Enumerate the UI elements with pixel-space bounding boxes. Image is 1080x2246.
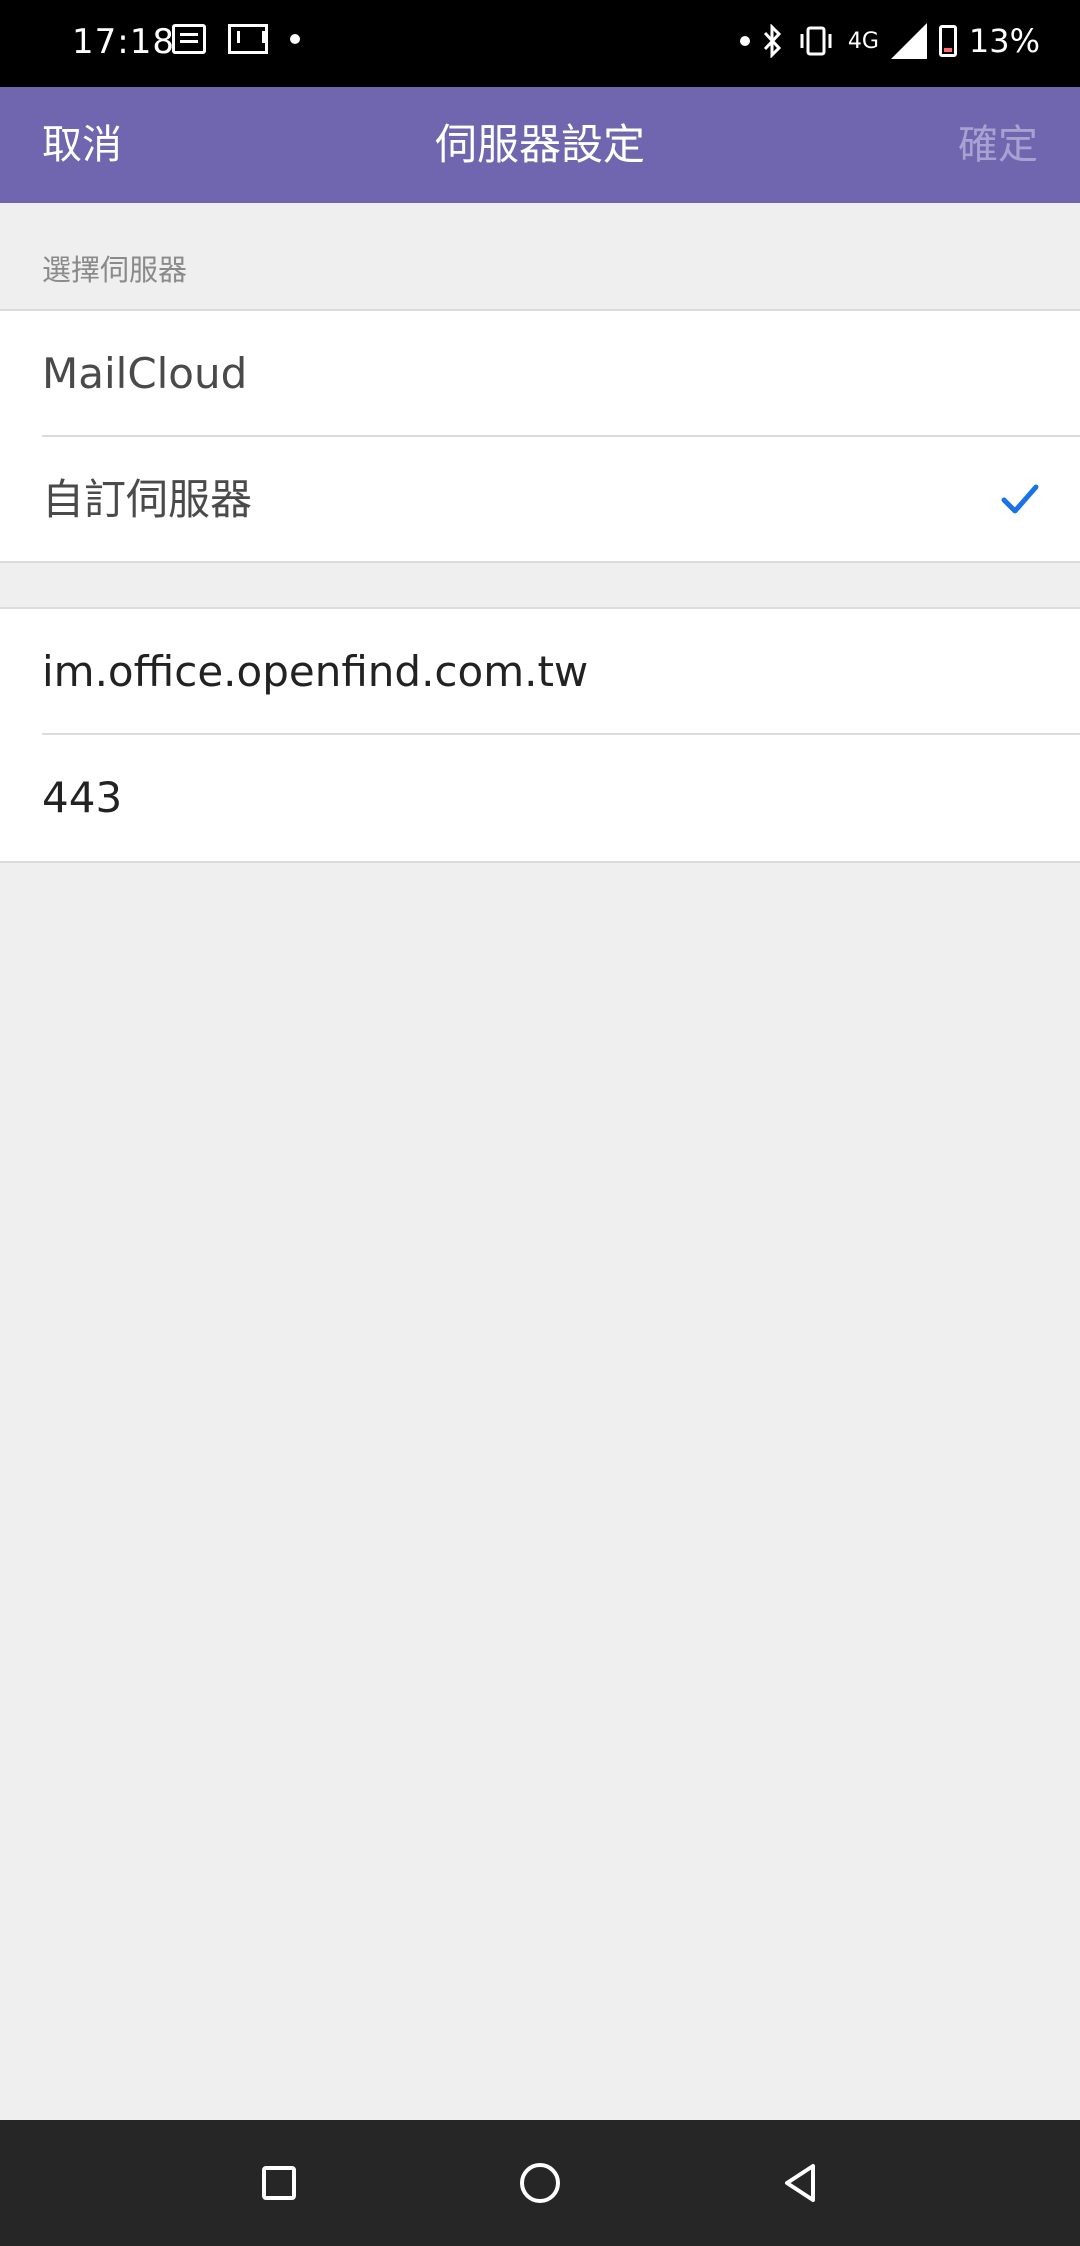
checkmark-icon: [1001, 484, 1039, 514]
network-type: 4G: [847, 28, 879, 54]
status-bar: 17:18 4G 13%: [0, 0, 1080, 87]
server-option-label: MailCloud: [42, 349, 248, 398]
signal-icon: [890, 23, 927, 59]
server-option-list: MailCloud 自訂伺服器: [0, 309, 1080, 563]
system-navigation-bar: [0, 2120, 1080, 2246]
server-host-value: im.office.openfind.com.tw: [42, 647, 589, 696]
recents-button[interactable]: [216, 2120, 342, 2246]
back-button[interactable]: [738, 2120, 864, 2246]
server-port-value: 443: [42, 773, 123, 822]
dot-icon: [290, 34, 300, 44]
status-time: 17:18: [72, 22, 175, 62]
mail-icon: [228, 24, 268, 54]
server-port-field[interactable]: 443: [0, 735, 1080, 861]
dot-icon: [739, 36, 750, 46]
bluetooth-icon: [763, 24, 781, 58]
battery-percent: 13%: [968, 22, 1040, 60]
vibrate-icon: [800, 26, 832, 56]
custom-server-fields: im.office.openfind.com.tw 443: [0, 607, 1080, 863]
status-system-icons: 4G 13%: [739, 22, 1040, 60]
confirm-button[interactable]: 確定: [958, 87, 1038, 203]
status-notification-icons: [172, 24, 300, 54]
section-header-label: 選擇伺服器: [42, 253, 188, 287]
page-title: 伺服器設定: [434, 120, 645, 169]
back-triangle-icon: [785, 2164, 815, 2202]
server-option-custom[interactable]: 自訂伺服器: [0, 437, 1080, 563]
server-option-label: 自訂伺服器: [42, 475, 253, 524]
server-option-mailcloud[interactable]: MailCloud: [0, 311, 1080, 437]
section-header: 選擇伺服器: [0, 203, 1080, 309]
navigation-bar: 取消 伺服器設定 確定: [0, 87, 1080, 203]
server-host-field[interactable]: im.office.openfind.com.tw: [0, 609, 1080, 735]
square-icon: [262, 2166, 296, 2200]
news-icon: [172, 24, 206, 54]
battery-icon: [938, 25, 957, 57]
home-button[interactable]: [477, 2120, 603, 2246]
circle-icon: [520, 2163, 560, 2203]
